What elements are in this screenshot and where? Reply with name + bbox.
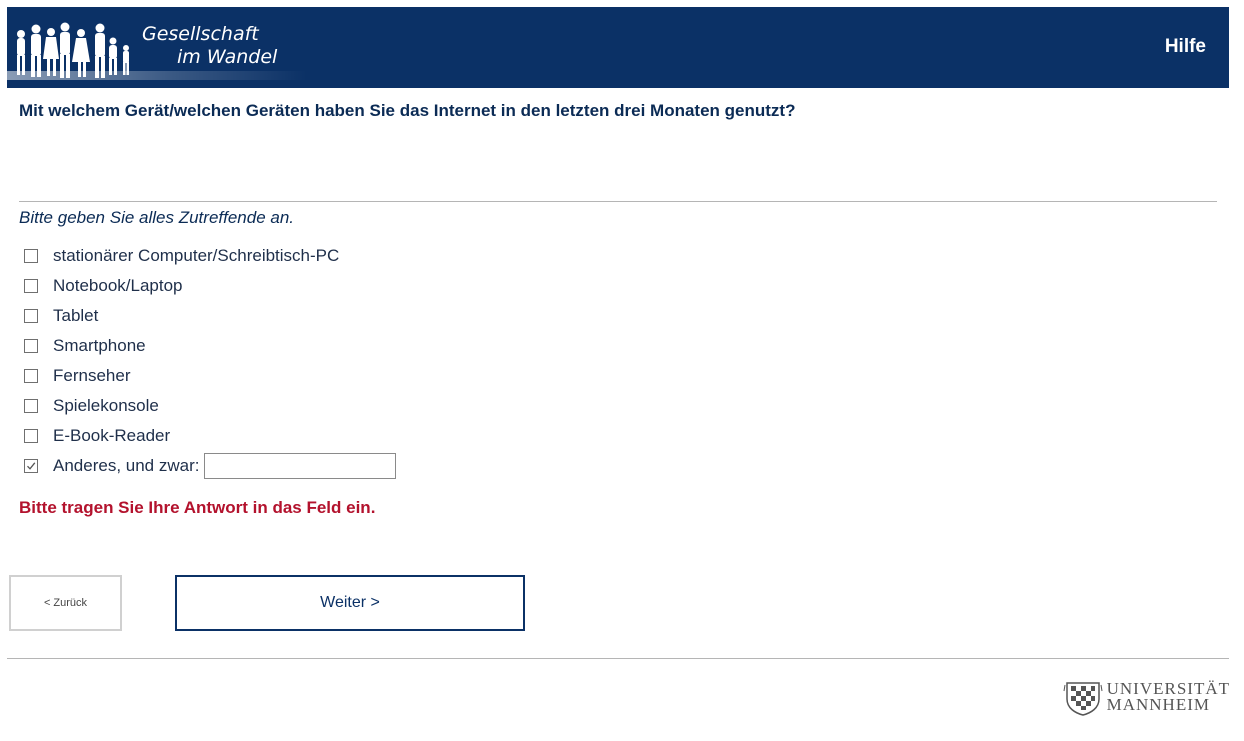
logo-text: Gesellschaft im Wandel (142, 23, 277, 69)
checkmark-icon (27, 462, 36, 470)
checkbox-checked[interactable] (24, 459, 38, 473)
footer-divider (7, 658, 1229, 659)
question-text: Mit welchem Gerät/welchen Geräten haben … (19, 101, 796, 120)
checkbox[interactable] (24, 369, 38, 383)
back-button[interactable]: < Zurück (9, 575, 122, 631)
mannheim-crest-icon (1063, 682, 1103, 716)
header-bar: Gesellschaft im Wandel Hilfe (7, 7, 1229, 88)
logo-text-line2: im Wandel (177, 46, 278, 68)
option-label: Notebook/Laptop (53, 276, 183, 295)
option-label: Tablet (53, 306, 99, 325)
option-label: stationärer Computer/Schreibtisch-PC (53, 246, 340, 265)
divider (19, 201, 1217, 202)
option-label: Fernseher (53, 366, 131, 385)
option-item[interactable]: stationärer Computer/Schreibtisch-PC (24, 241, 396, 271)
next-button[interactable]: Weiter > (175, 575, 525, 631)
checkbox[interactable] (24, 309, 38, 323)
other-text-input[interactable] (204, 453, 397, 479)
option-item[interactable]: Notebook/Laptop (24, 271, 396, 301)
option-item[interactable]: Spielekonsole (24, 391, 396, 421)
checkbox[interactable] (24, 399, 38, 413)
option-item[interactable]: Fernseher (24, 361, 396, 391)
error-message: Bitte tragen Sie Ihre Antwort in das Fel… (19, 498, 376, 517)
checkbox[interactable] (24, 279, 38, 293)
option-label: E-Book-Reader (53, 426, 171, 445)
logo-text-line1: Gesellschaft (142, 23, 259, 45)
instruction-text: Bitte geben Sie alles Zutreffende an. (19, 208, 295, 227)
university-logo: UNIVERSITÄT MANNHEIM (1063, 677, 1230, 717)
university-name: UNIVERSITÄT MANNHEIM (1106, 680, 1230, 714)
option-item[interactable]: Tablet (24, 301, 396, 331)
university-name-line2: MANNHEIM (1106, 695, 1210, 714)
checkbox[interactable] (24, 339, 38, 353)
option-label: Smartphone (53, 336, 146, 355)
checkbox[interactable] (24, 249, 38, 263)
option-label: Spielekonsole (53, 396, 159, 415)
help-link[interactable]: Hilfe (1165, 36, 1206, 58)
option-item[interactable]: Smartphone (24, 331, 396, 361)
option-item-other[interactable]: Anderes, und zwar: (24, 451, 397, 481)
option-label: Anderes, und zwar: (53, 456, 200, 475)
options-list: stationärer Computer/Schreibtisch-PC Not… (24, 241, 397, 481)
logo: Gesellschaft im Wandel (7, 7, 317, 88)
checkbox[interactable] (24, 429, 38, 443)
option-item[interactable]: E-Book-Reader (24, 421, 396, 451)
